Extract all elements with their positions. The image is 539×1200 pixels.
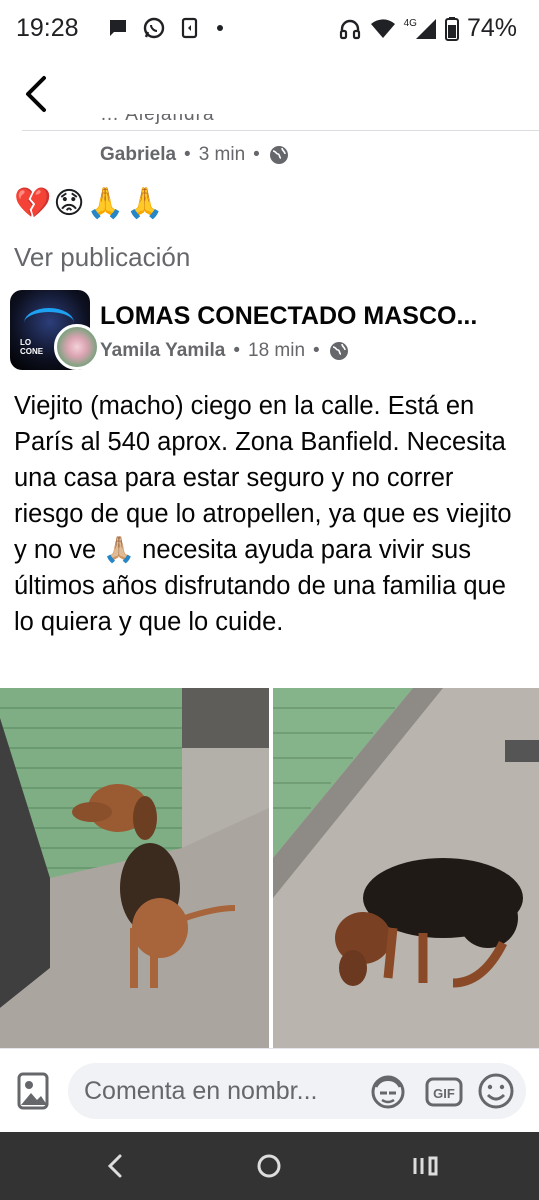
previous-comment-time[interactable]: 3 min bbox=[199, 144, 245, 166]
separator-dot: • bbox=[233, 340, 241, 361]
headphones-icon bbox=[339, 19, 360, 39]
post-author[interactable]: Yamila Yamila bbox=[100, 340, 225, 362]
recents-icon bbox=[413, 1156, 438, 1176]
author-avatar[interactable] bbox=[54, 324, 100, 370]
dog-standing-illustration bbox=[273, 688, 539, 1048]
home-circle-icon bbox=[257, 1154, 281, 1178]
avatar-sticker-icon bbox=[371, 1075, 405, 1109]
separator-dot: • bbox=[184, 144, 191, 165]
system-recents-button[interactable] bbox=[404, 1146, 444, 1186]
dog-standing-photo[interactable] bbox=[273, 688, 539, 1048]
avatar-sticker-button[interactable] bbox=[368, 1073, 408, 1111]
post-header: LO CONE LOMAS CONECTADO MASCO... Yamila Y… bbox=[10, 290, 530, 370]
chevron-left-icon bbox=[107, 1154, 122, 1178]
system-home-button[interactable] bbox=[249, 1146, 289, 1186]
notification-icons bbox=[106, 16, 226, 40]
comment-bar: Comenta en nombr... GIF bbox=[0, 1048, 539, 1132]
emoji-reactions: 💔😟🙏🙏 bbox=[14, 187, 166, 220]
smiley-icon bbox=[478, 1073, 514, 1109]
dog-sitting-illustration bbox=[0, 688, 269, 1048]
separator-dot: • bbox=[253, 144, 260, 165]
post-meta: Yamila Yamila • 18 min • bbox=[100, 340, 350, 362]
previous-comment-text: … Alejandra bbox=[100, 114, 215, 125]
post-time[interactable]: 18 min bbox=[248, 340, 305, 362]
avatar-logo-text: LO CONE bbox=[20, 338, 44, 356]
chat-bubble-icon bbox=[110, 20, 126, 36]
photo-icon bbox=[17, 1072, 49, 1110]
dog-sitting-photo[interactable] bbox=[0, 688, 269, 1048]
previous-comment-meta: Gabriela • 3 min • bbox=[100, 144, 290, 166]
add-photo-button[interactable] bbox=[14, 1069, 54, 1113]
battery-percentage: 74% bbox=[466, 14, 517, 42]
globe-icon bbox=[329, 342, 348, 360]
status-bar: 19:28 4G 74% bbox=[0, 0, 539, 58]
separator-dot: • bbox=[313, 340, 320, 361]
dot-icon bbox=[217, 25, 223, 31]
back-arrow-icon bbox=[26, 76, 46, 112]
gif-label: GIF bbox=[433, 1086, 455, 1101]
signal-icon bbox=[415, 18, 436, 39]
post-photos bbox=[0, 688, 539, 1048]
wifi-icon bbox=[370, 18, 395, 38]
back-button[interactable] bbox=[18, 72, 58, 116]
screenshot-icon bbox=[181, 17, 198, 39]
globe-icon bbox=[269, 146, 288, 164]
post-text: Viejito (macho) ciego en la calle. Está … bbox=[14, 392, 512, 636]
whatsapp-icon bbox=[143, 17, 165, 39]
emoji-button[interactable] bbox=[476, 1071, 516, 1111]
system-navigation-bar bbox=[0, 1132, 539, 1200]
group-name[interactable]: LOMAS CONECTADO MASCO... bbox=[100, 302, 477, 331]
comment-placeholder: Comenta en nombr... bbox=[84, 1077, 318, 1105]
status-time: 19:28 bbox=[16, 14, 79, 42]
gif-button[interactable]: GIF bbox=[424, 1073, 464, 1111]
battery-icon bbox=[444, 16, 459, 41]
system-back-button[interactable] bbox=[96, 1146, 136, 1186]
previous-comment-author[interactable]: Gabriela bbox=[100, 144, 176, 166]
system-icons: 4G 74% bbox=[338, 14, 517, 43]
divider bbox=[22, 130, 539, 131]
view-post-link[interactable]: Ver publicación bbox=[14, 242, 190, 273]
comment-input[interactable]: Comenta en nombr... GIF bbox=[68, 1063, 526, 1119]
gif-icon: GIF bbox=[425, 1077, 463, 1107]
